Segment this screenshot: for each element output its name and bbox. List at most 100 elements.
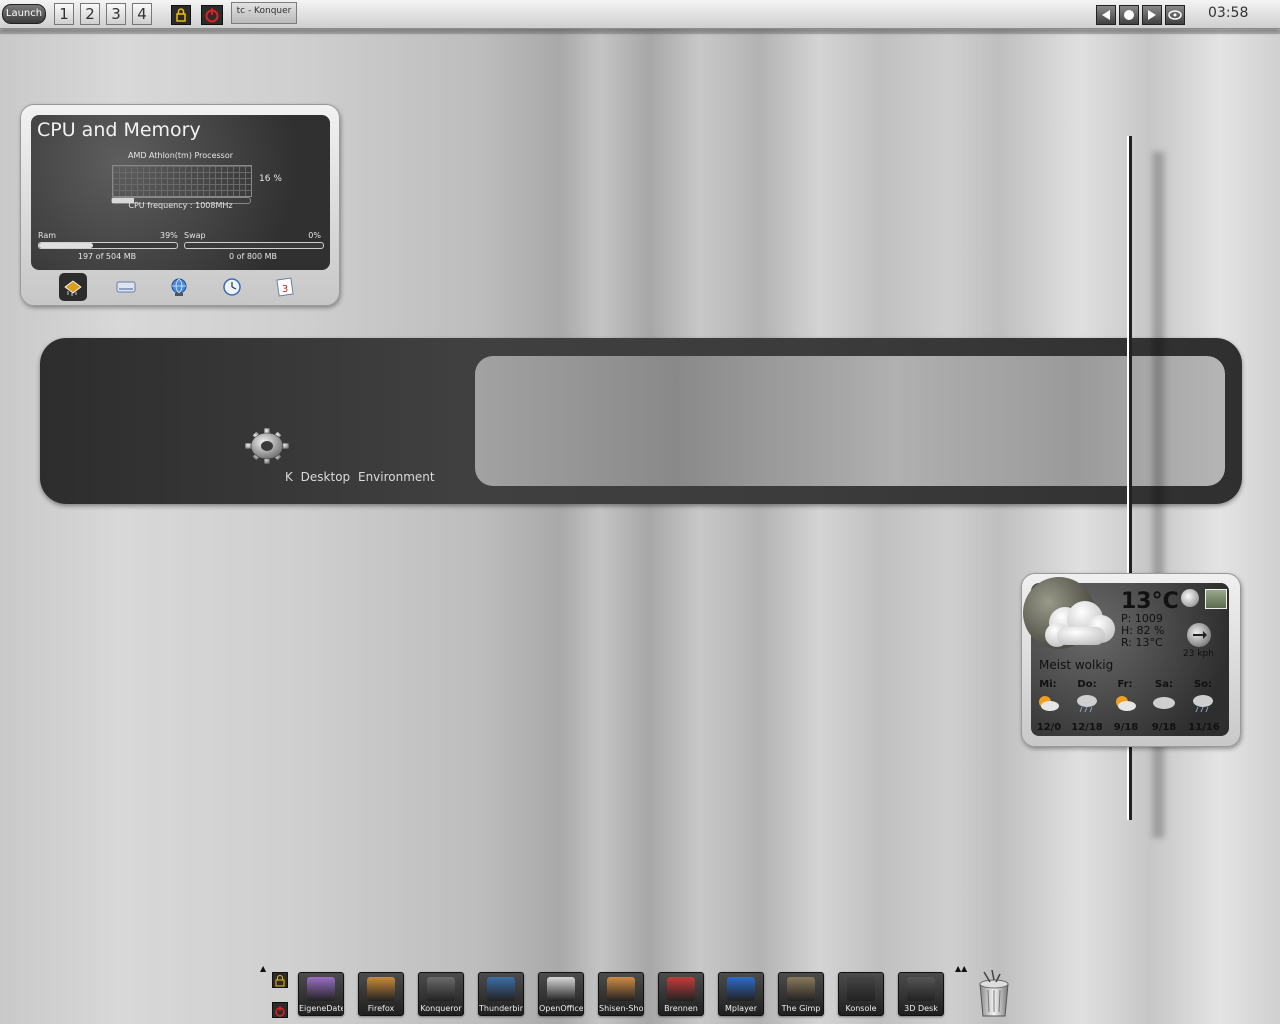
banner-panel: [475, 356, 1225, 486]
swap-detail: 0 of 800 MB: [228, 252, 278, 261]
dock-item-firefox[interactable]: Firefox: [358, 972, 404, 1016]
dock-collapse-arrow[interactable]: ▲: [260, 964, 266, 973]
forecast-temps: 11/16: [1188, 722, 1220, 733]
forecast-day: Do:: [1077, 679, 1097, 690]
ram-detail: 197 of 504 MB: [77, 252, 137, 261]
rain-cloud-icon: [1077, 695, 1097, 713]
cpu-memory-widget[interactable]: CPU and Memory AMD Athlon(tm) Processor …: [20, 104, 340, 306]
media-play-button[interactable]: [1142, 5, 1162, 25]
konqueror-icon: [427, 977, 455, 1001]
cloud-icon: [1045, 601, 1115, 647]
dock-item-label: Mplayer: [724, 1004, 758, 1013]
dock-item-label: Konsole: [845, 1004, 877, 1013]
launch-button[interactable]: Launch: [2, 4, 46, 24]
calendar-icon: 3: [276, 277, 294, 297]
tab-calendar[interactable]: 3: [271, 273, 299, 301]
kde-label: K Desktop Environment: [285, 470, 435, 484]
forecast-temps: 9/18: [1113, 722, 1139, 733]
dock-logout-button[interactable]: [272, 1002, 288, 1018]
konsole-icon: [847, 977, 875, 1001]
lock-screen-button[interactable]: [171, 5, 191, 25]
dock-item-brennen[interactable]: Brennen: [658, 972, 704, 1016]
dock-item-eigenedateien[interactable]: EigeneDateien: [298, 972, 344, 1016]
globe-icon[interactable]: [1181, 589, 1199, 607]
cpu-percent: 16 %: [259, 174, 282, 184]
current-temperature: 13°C: [1121, 589, 1179, 614]
tab-cpu[interactable]: [59, 273, 87, 301]
dock-item-konqueror[interactable]: Konqueror: [418, 972, 464, 1016]
dock-item-label: OpenOffice: [539, 1004, 583, 1013]
dock-item-label: Shisen-Sho: [599, 1004, 643, 1013]
forecast-day: Mi:: [1039, 679, 1057, 690]
dock-expand-arrow[interactable]: ▲▲: [955, 964, 967, 973]
forecast-day: Sa:: [1155, 679, 1173, 690]
gimp-icon: [787, 977, 815, 1001]
lock-icon: [176, 8, 186, 22]
tab-network[interactable]: [165, 273, 193, 301]
weather-widget[interactable]: 13°C P: 1009 H: 82 % R: 13°C 23 kph Meis…: [1021, 573, 1241, 747]
dock-item-3d-desk[interactable]: 3D Desk: [898, 972, 944, 1016]
swap-percent: 0%: [308, 231, 321, 240]
cpu-usage-graph: [112, 165, 252, 197]
taskbar-window-konqueror[interactable]: tc - Konquer: [231, 2, 297, 24]
openoffice-icon: [547, 977, 575, 1001]
desktop-2-button[interactable]: 2: [80, 3, 100, 25]
weather-condition: Meist wolkig: [1039, 658, 1114, 672]
mplayer-icon: [727, 977, 755, 1001]
dock-lock-button[interactable]: [272, 972, 288, 988]
media-stop-button[interactable]: [1119, 5, 1139, 25]
widget-title: CPU and Memory: [37, 119, 201, 141]
top-panel: Launch 1 2 3 4 tc - Konquer 03:58: [0, 0, 1280, 29]
desktop-4-button[interactable]: 4: [132, 3, 152, 25]
media-eject-button[interactable]: [1165, 5, 1185, 25]
dock-item-openoffice[interactable]: OpenOffice: [538, 972, 584, 1016]
tab-disk[interactable]: [112, 273, 140, 301]
sun-cloud-icon: [1116, 696, 1136, 711]
dock-item-label: Firefox: [367, 1004, 395, 1013]
cloud-icon: [1153, 697, 1175, 709]
dock-item-label: Brennen: [664, 1004, 698, 1013]
svg-text:3: 3: [282, 284, 288, 295]
shisen-icon: [607, 977, 635, 1001]
previous-icon: [1102, 10, 1110, 20]
ram-label: Ram: [38, 231, 57, 240]
wind-speed: 23 kph: [1183, 649, 1214, 659]
lock-icon: [275, 975, 285, 987]
clock-icon: [223, 278, 241, 296]
location-photo-icon[interactable]: [1205, 589, 1227, 609]
ram-bar: [38, 242, 178, 249]
dock-item-konsole[interactable]: Konsole: [838, 972, 884, 1016]
stop-icon: [1124, 10, 1134, 20]
wind-direction-icon: [1187, 623, 1211, 647]
rain-cloud-icon: [1193, 695, 1213, 713]
dock-item-the-gimp[interactable]: The Gimp: [778, 972, 824, 1016]
play-icon: [1148, 10, 1156, 20]
hard-drive-icon: [116, 281, 136, 293]
desktop-3-button[interactable]: 3: [106, 3, 126, 25]
folder-icon: [307, 977, 335, 1001]
dock-item-label: The Gimp: [781, 1004, 821, 1013]
media-previous-button[interactable]: [1096, 5, 1116, 25]
dock-item-thunderbird[interactable]: Thunderbird: [478, 972, 524, 1016]
trash-icon[interactable]: [974, 970, 1014, 1018]
kde-banner: K Desktop Environment: [40, 338, 1242, 504]
swap-label: Swap: [184, 231, 206, 240]
dock-item-mplayer[interactable]: Mplayer: [718, 972, 764, 1016]
cpu-frequency: CPU frequency : 1008MHz: [128, 201, 233, 210]
forecast-day: So:: [1193, 679, 1213, 690]
forecast-day: Fr:: [1117, 679, 1133, 690]
ram-percent: 39%: [160, 231, 178, 240]
thunderbird-icon: [487, 977, 515, 1001]
dock-item-label: Thunderbird: [479, 1004, 523, 1013]
desktop-1-button[interactable]: 1: [54, 3, 74, 25]
forecast-temps: 9/18: [1151, 722, 1177, 733]
tab-uptime[interactable]: [218, 273, 246, 301]
logout-button[interactable]: [201, 5, 223, 25]
kde-gear-icon: [244, 427, 290, 465]
clock[interactable]: 03:58: [1208, 5, 1248, 21]
processor-name: AMD Athlon(tm) Processor: [127, 151, 234, 160]
dock-item-shisen-sho[interactable]: Shisen-Sho: [598, 972, 644, 1016]
dock-item-label: Konqueror: [420, 1004, 462, 1013]
burn-icon: [667, 977, 695, 1001]
forecast-temps: 12/18: [1071, 722, 1103, 733]
